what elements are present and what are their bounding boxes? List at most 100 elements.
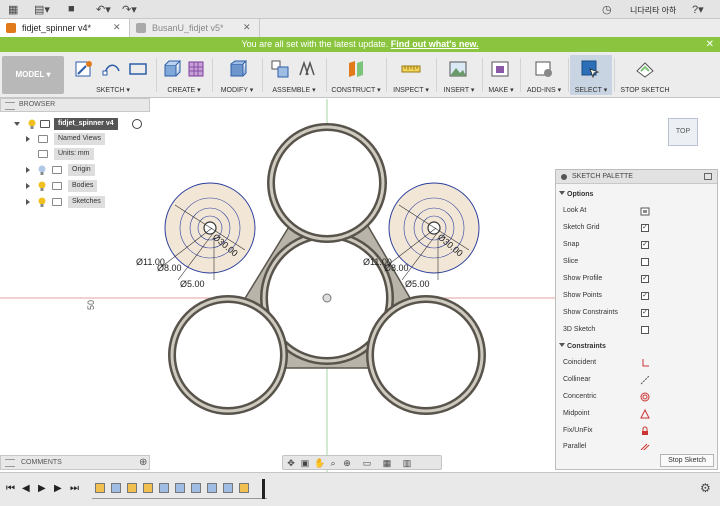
palette-header[interactable]: SKETCH PALETTE xyxy=(556,170,717,184)
timeline-feature-fillet[interactable] xyxy=(223,483,233,493)
browser-item-origin[interactable]: Origin xyxy=(24,164,144,176)
whats-new-link[interactable]: Find out what's new. xyxy=(391,39,479,49)
close-icon[interactable]: ✕ xyxy=(243,22,251,33)
help-icon[interactable]: ?▾ xyxy=(692,3,704,16)
coincident-icon[interactable] xyxy=(640,358,650,368)
collapse-icon[interactable] xyxy=(559,343,565,347)
sketches-label[interactable]: Sketches xyxy=(68,196,105,208)
look-at-icon[interactable] xyxy=(640,206,650,216)
add-comment-icon[interactable]: ⊕ xyxy=(139,457,147,468)
select-icon[interactable] xyxy=(580,59,600,79)
rectangle-icon[interactable] xyxy=(128,59,148,79)
units-label[interactable]: Units: mm xyxy=(54,148,94,160)
constraints-section-header[interactable]: Constraints xyxy=(556,341,717,353)
clock-icon[interactable]: ◷ xyxy=(602,3,612,16)
expand-icon[interactable] xyxy=(26,199,30,205)
show-constraints-checkbox[interactable]: ✓ xyxy=(641,309,649,317)
3d-print-icon[interactable] xyxy=(490,59,510,79)
sketch-group[interactable]: SKETCH ▾ xyxy=(70,55,156,95)
collinear-icon[interactable] xyxy=(640,375,650,385)
select-group[interactable]: SELECT ▾ xyxy=(570,55,612,95)
lock-icon[interactable] xyxy=(640,426,650,436)
visibility-bulb-icon[interactable] xyxy=(38,181,46,191)
zoom-window-icon[interactable]: ⊕ xyxy=(342,458,352,468)
option-slice[interactable]: Slice xyxy=(556,255,717,269)
create-group[interactable]: CREATE ▾ xyxy=(158,55,210,95)
bodies-label[interactable]: Bodies xyxy=(68,180,98,192)
constraint-parallel[interactable]: Parallel xyxy=(556,440,717,450)
option-sketch-grid[interactable]: Sketch Grid ✓ xyxy=(556,221,717,235)
orbit-icon[interactable]: ✥ xyxy=(286,458,296,468)
expand-panel-icon[interactable] xyxy=(704,173,712,180)
view-cube[interactable]: TOP xyxy=(668,118,698,146)
option-show-profile[interactable]: Show Profile ✓ xyxy=(556,272,717,286)
inspect-group[interactable]: INSPECT ▾ xyxy=(388,55,434,95)
sketch-grid-checkbox[interactable]: ✓ xyxy=(641,224,649,232)
timeline-marker[interactable] xyxy=(262,479,265,499)
origin-label[interactable]: Origin xyxy=(68,164,95,176)
activate-radio[interactable] xyxy=(132,119,142,129)
go-to-start-icon[interactable]: ⏮ xyxy=(6,483,15,494)
addins-group[interactable]: ADD-INS ▾ xyxy=(522,55,566,95)
constraint-collinear[interactable]: Collinear xyxy=(556,373,717,387)
right-dim-8[interactable]: Ø8.00 xyxy=(384,263,409,273)
look-at-icon[interactable]: ▣ xyxy=(300,458,310,468)
play-icon[interactable]: ▶ xyxy=(38,483,46,494)
step-forward-icon[interactable]: ▶ xyxy=(54,483,62,494)
stop-sketch-icon[interactable] xyxy=(635,59,655,79)
root-component-label[interactable]: fidjet_spinner v4 xyxy=(54,118,118,130)
pattern-icon[interactable] xyxy=(186,59,206,79)
constraint-concentric[interactable]: Concentric xyxy=(556,390,717,404)
stop-sketch-group[interactable]: STOP SKETCH xyxy=(616,55,674,95)
press-pull-icon[interactable] xyxy=(228,59,248,79)
collapse-icon[interactable] xyxy=(14,122,20,126)
option-look-at[interactable]: Look At xyxy=(556,204,717,218)
concentric-icon[interactable] xyxy=(640,392,650,402)
browser-item-bodies[interactable]: Bodies xyxy=(24,180,144,192)
extrude-icon[interactable] xyxy=(162,59,182,79)
create-sketch-icon[interactable] xyxy=(74,59,94,79)
left-dim-5[interactable]: Ø5.00 xyxy=(180,279,205,289)
timeline-feature-sketch[interactable] xyxy=(239,483,249,493)
left-dim-8[interactable]: Ø8.00 xyxy=(157,263,182,273)
close-icon[interactable]: ✕ xyxy=(706,37,714,52)
midpoint-icon[interactable] xyxy=(640,409,650,419)
collapse-icon[interactable] xyxy=(559,191,565,195)
browser-root[interactable]: fidjet_spinner v4 xyxy=(14,118,154,130)
constraint-fix-unfix[interactable]: Fix/UnFix xyxy=(556,424,717,438)
visibility-bulb-icon[interactable] xyxy=(38,197,46,207)
browser-item-sketches[interactable]: Sketches xyxy=(24,196,144,208)
option-3d-sketch[interactable]: 3D Sketch xyxy=(556,323,717,337)
modify-group[interactable]: MODIFY ▾ xyxy=(214,55,260,95)
collapse-icon[interactable] xyxy=(561,174,567,180)
show-profile-checkbox[interactable]: ✓ xyxy=(641,275,649,283)
slice-checkbox[interactable] xyxy=(641,258,649,266)
make-group[interactable]: MAKE ▾ xyxy=(484,55,518,95)
insert-group[interactable]: INSERT ▾ xyxy=(438,55,480,95)
user-name[interactable]: 니다리타 아하 xyxy=(630,5,676,16)
redo-icon[interactable]: ↷▾ xyxy=(122,3,137,16)
undo-icon[interactable]: ↶▾ xyxy=(96,3,111,16)
app-grid-icon[interactable]: ▦ xyxy=(8,3,18,16)
constraint-midpoint[interactable]: Midpoint xyxy=(556,407,717,421)
grip-icon[interactable] xyxy=(5,459,15,467)
insert-image-icon[interactable] xyxy=(448,59,468,79)
browser-item-units[interactable]: Units: mm xyxy=(24,148,144,160)
comments-panel[interactable]: COMMENTS ⊕ xyxy=(0,455,150,470)
step-back-icon[interactable]: ◀ xyxy=(22,483,30,494)
display-settings-icon[interactable]: ▭ xyxy=(362,458,372,468)
option-show-constraints[interactable]: Show Constraints ✓ xyxy=(556,306,717,320)
tab-busanu-fidjet[interactable]: BusanU_fidjet v5* ✕ xyxy=(130,19,260,37)
zoom-icon[interactable]: ⌕ xyxy=(328,458,338,468)
gear-icon[interactable]: ⚙ xyxy=(700,481,711,495)
browser-item-named-views[interactable]: Named Views xyxy=(24,133,144,145)
timeline-feature-sketch[interactable] xyxy=(95,483,105,493)
timeline-feature-fillet[interactable] xyxy=(191,483,201,493)
visibility-bulb-icon[interactable] xyxy=(28,119,36,129)
show-points-checkbox[interactable]: ✓ xyxy=(641,292,649,300)
file-icon[interactable]: ▤▾ xyxy=(34,3,50,16)
line-icon[interactable] xyxy=(102,59,122,79)
workspace-switcher[interactable]: MODEL ▾ xyxy=(2,56,64,94)
save-icon[interactable]: ■ xyxy=(68,3,75,15)
timeline-feature-sketch[interactable] xyxy=(127,483,137,493)
